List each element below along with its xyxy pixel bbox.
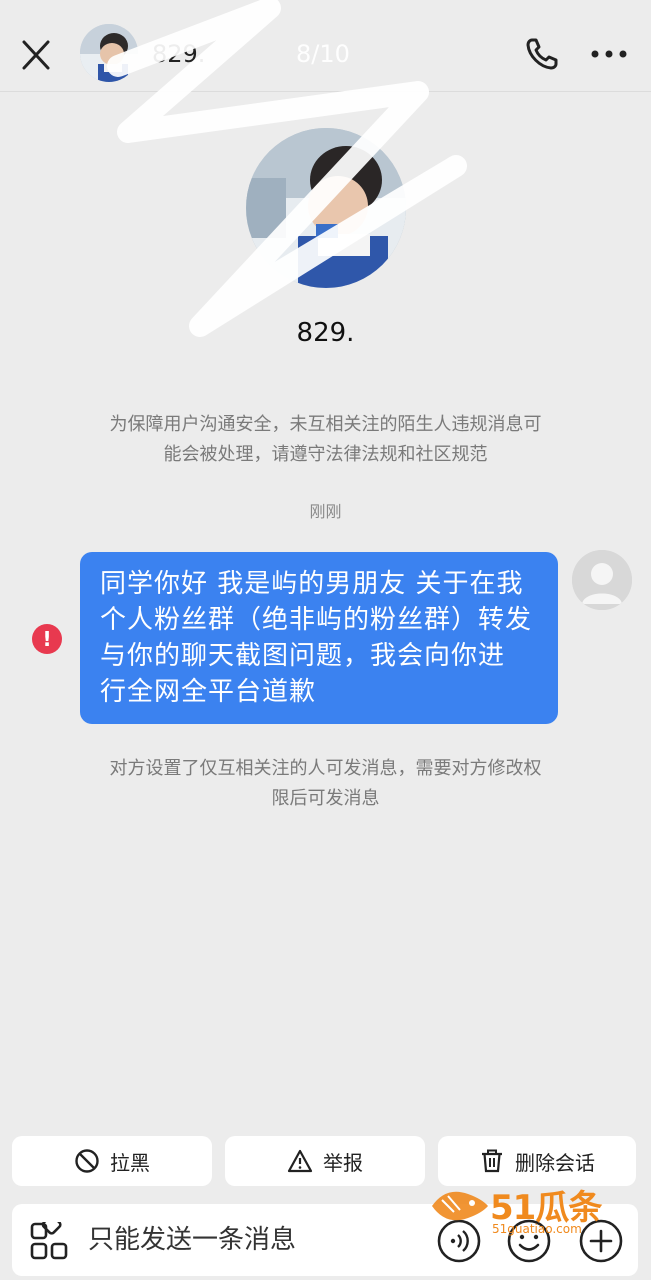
report-label: 举报 [323,1150,363,1175]
delete-conversation-label: 删除会话 [515,1150,595,1175]
voice-icon [437,1219,481,1263]
avatar-photo [80,24,138,82]
apps-button[interactable] [30,1214,68,1260]
message-line: 同学你好 我是屿的男朋友 关于在我 [100,569,524,599]
message-line: 个人粉丝群（绝非屿的粉丝群）转发 [100,605,533,635]
report-button[interactable]: 举报 [225,1136,425,1186]
restriction-notice: 对方设置了仅互相关注的人可发消息，需要对方修改权 限后可发消息 [60,754,591,814]
restriction-line: 限后可发消息 [271,788,380,809]
safety-notice: 为保障用户沟通安全，未互相关注的陌生人违规消息可 能会被处理，请遵守法律法规和社… [60,410,591,470]
voice-button[interactable] [436,1218,482,1264]
profile-name: 829. [296,318,355,348]
message-input-bar [12,1204,638,1276]
safety-notice-line: 为保障用户沟通安全，未互相关注的陌生人违规消息可 [109,414,542,435]
trash-icon [482,1149,502,1173]
delete-conversation-button[interactable]: 删除会话 [438,1136,636,1186]
emoji-button[interactable] [506,1218,552,1264]
block-button[interactable]: 拉黑 [12,1136,212,1186]
message-input[interactable] [88,1220,418,1260]
message-line: 与你的聊天截图问题，我会向你进 [100,641,506,671]
more-actions-button[interactable] [578,1218,624,1264]
default-avatar-icon [572,550,632,610]
header-contact-name: 829. [152,40,206,68]
plus-icon [579,1219,623,1263]
more-options-button[interactable] [586,34,632,74]
apps-icon [30,1214,68,1260]
block-icon [75,1149,99,1173]
header-avatar[interactable] [80,24,138,82]
chat-screen: 829. 8/10 829. 为保障用户沟通安全，未互相关注的陌生人违规消息可 … [0,0,651,1280]
close-button[interactable] [16,36,56,76]
call-button[interactable] [522,34,562,74]
message-line: 行全网全平台道歉 [100,677,317,707]
phone-icon [526,38,558,70]
profile-photo [246,128,406,288]
message-bubble[interactable]: 同学你好 我是屿的男朋友 关于在我 个人粉丝群（绝非屿的粉丝群）转发 与你的聊天… [80,552,558,724]
emoji-icon [507,1219,551,1263]
chat-header: 829. 8/10 [0,0,651,92]
self-avatar[interactable] [572,550,632,610]
send-failed-icon[interactable]: ! [32,624,62,654]
message-timestamp: 刚刚 [309,502,342,521]
more-icon [591,50,627,58]
safety-notice-line: 能会被处理，请遵守法律法规和社区规范 [163,444,488,465]
warning-icon [287,1149,313,1173]
restriction-line: 对方设置了仅互相关注的人可发消息，需要对方修改权 [109,758,542,779]
profile-avatar[interactable] [246,128,406,288]
block-label: 拉黑 [110,1150,150,1175]
close-icon [22,40,50,70]
header-message-counter: 8/10 [296,40,350,68]
